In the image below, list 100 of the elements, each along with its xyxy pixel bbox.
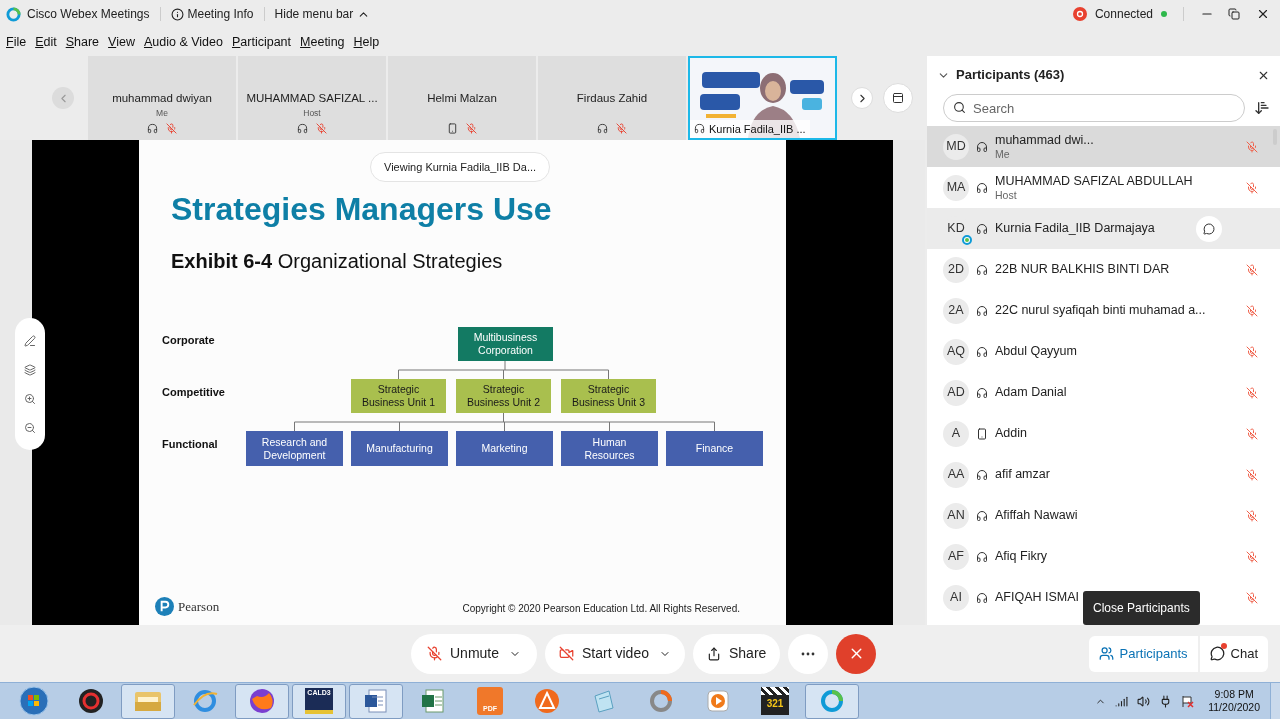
connection-status: Connected [1094,6,1153,23]
level-label: Competitive [162,385,225,400]
video-off-icon [559,646,575,661]
slide-subtitle: Exhibit 6-4 Organizational Strategies [171,249,504,274]
app-name: Cisco Webex Meetings [27,6,150,23]
sort-icon[interactable] [1254,100,1270,116]
participant-name: Helmi Malzan [427,91,497,106]
panel-title: Participants (463) [956,66,1065,85]
menu-item[interactable]: View [108,32,135,52]
copyright-text: Copyright © 2020 Pearson Education Ltd. All Rights Reserved. [462,602,740,616]
function-box: Finance [666,431,763,466]
participant-name: 22B NUR BALKHIS BINTI DAR [995,262,1171,277]
avatar: 2D [943,256,969,283]
next-button[interactable] [851,87,873,109]
participant-tile[interactable]: muhammad dwiyan Me [88,56,236,140]
participant-name: Addin [995,426,1028,441]
publisher-name: Pearson [178,597,220,616]
avatar: AF [943,543,969,570]
corporate-box: Multibusiness Corporation [458,327,553,361]
avatar: AQ [943,338,969,365]
chat-bubble-icon [1203,222,1215,235]
people-icon [1098,646,1114,661]
participant-name: Firdaus Zahid [576,91,648,106]
participant-name: AFIQAH ISMAI [995,590,1081,605]
muted-mic-icon [427,646,442,661]
end-meeting-button[interactable] [836,633,877,674]
zoom-out-icon[interactable] [24,421,36,434]
menu-item[interactable]: Edit [35,32,57,52]
restore-icon[interactable] [1228,8,1240,20]
menu-item[interactable]: Participant [232,32,292,52]
app-label: 321 [765,697,785,711]
app-logo-icon [6,6,21,22]
layout-button[interactable] [883,83,913,113]
participant-name: Kurnia Fadila_IIB ... [709,121,806,137]
participant-name: Adam Danial [995,385,1068,400]
menu-item[interactable]: Help [353,32,380,52]
menu-item[interactable]: Meeting [300,32,345,52]
unmute-button[interactable]: Unmute [411,633,538,674]
participant-name: Abdul Qayyum [995,344,1078,359]
business-unit-box: Strategic Business Unit 3 [561,379,656,413]
level-label: Functional [162,437,218,452]
avatar: AN [943,502,969,529]
meeting-info-button[interactable]: Meeting Info [170,5,254,23]
menu-item[interactable]: Audio & Video [143,32,223,52]
signal-icon[interactable] [1115,694,1129,708]
fox-icon[interactable] [235,683,289,719]
hide-menu-bar-button[interactable]: Hide menu bar [274,5,371,23]
menu-item[interactable]: File [6,32,27,52]
participant-name: Afiq Fikry [995,549,1049,564]
layout-icon [892,92,904,104]
avatar: AA [943,461,969,488]
share-icon [706,646,721,661]
share-button[interactable]: Share [692,633,781,674]
participant-role: Host [303,107,321,121]
volume-icon[interactable] [1137,694,1151,708]
chat-bubble-icon [1209,646,1225,661]
viewing-banner: Viewing Kurnia Fadila_IIB Da... [370,152,551,182]
video-tile[interactable]: Kurnia Fadila_IIB ... [688,56,837,140]
close-icon[interactable] [1256,7,1270,21]
chat-button[interactable] [1196,215,1222,242]
avatar: MA [943,174,969,201]
search-icon [953,101,966,114]
document-icon[interactable] [349,683,403,719]
participant-name: MUHAMMAD SAFIZAL ABDULLAH [995,173,1194,189]
participants-tab[interactable]: Participants [1088,635,1198,672]
flag-icon[interactable] [1181,694,1195,708]
participant-name: afif amzar [995,467,1051,482]
participant-tile[interactable]: MUHAMMAD SAFIZAL ... Host [238,56,386,140]
participant-name: muhammad dwiyan [112,91,212,106]
participant-tile[interactable]: Firdaus Zahid [538,56,686,140]
business-unit-box: Strategic Business Unit 2 [456,379,551,413]
function-box: Research and Development [246,431,343,466]
more-icon [801,651,816,656]
function-box: Manufacturing [351,431,448,466]
level-label: Corporate [162,333,215,348]
participant-name: MUHAMMAD SAFIZAL ... [246,91,378,106]
logo-icon [155,596,174,616]
start-video-button[interactable]: Start video [545,633,685,674]
participant-row[interactable]: KD Kurnia Fadila_IIB Darmajaya [927,208,1280,249]
tooltip: Close Participants [1083,591,1200,625]
avatar: 2A [943,297,969,324]
info-icon [170,7,184,21]
business-unit-box: Strategic Business Unit 1 [351,379,446,413]
participant-name: muhammad dwi... [995,132,1095,148]
avatar: AD [943,379,969,406]
slide-title: Strategies Managers Use [171,190,553,228]
participant-role: Me [156,107,168,121]
search-field[interactable]: Search [943,94,1245,122]
record-icon [1072,7,1087,21]
layers-icon[interactable] [24,363,36,376]
participant-name: Afiffah Nawawi [995,508,1079,523]
menu-item[interactable]: Share [65,32,100,52]
pen-icon[interactable] [24,334,36,347]
participant-tile[interactable]: Helmi Malzan [388,56,536,140]
participant-role: Host [995,188,1018,202]
avatar: MD [943,133,969,160]
participant-row[interactable]: MD muhammad dwi... Me [927,126,1280,167]
zoom-in-icon[interactable] [24,392,36,405]
avatar: A [943,420,969,447]
chat-tab[interactable]: Chat [1199,635,1268,672]
